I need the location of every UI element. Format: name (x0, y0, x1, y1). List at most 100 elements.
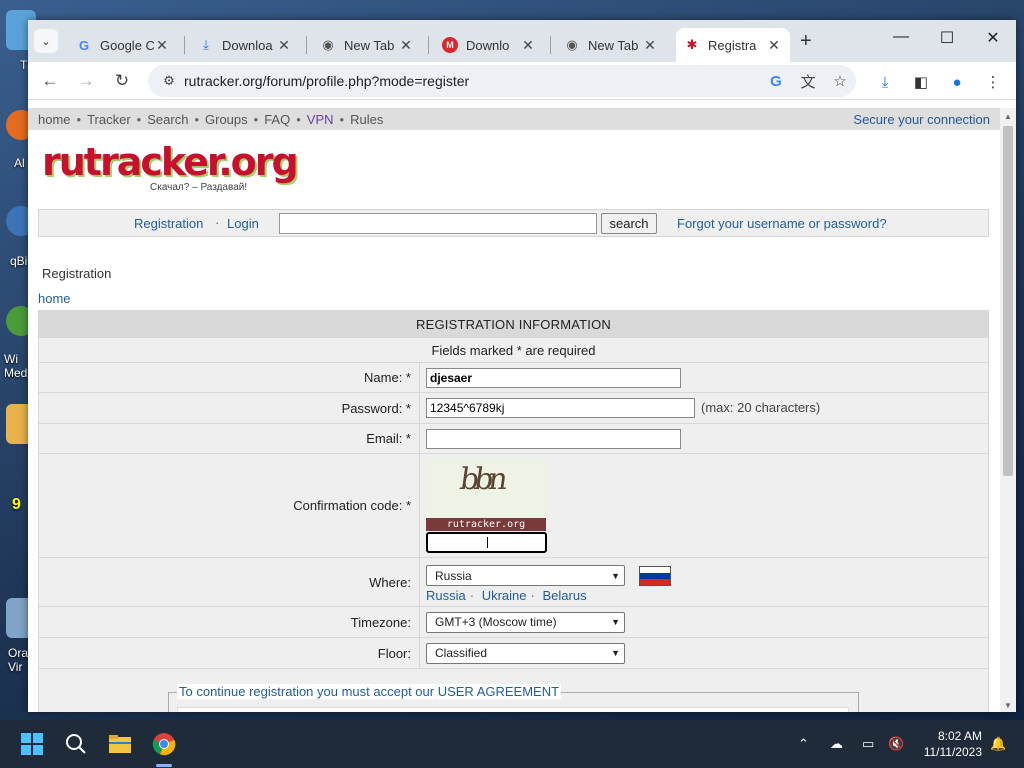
timezone-select[interactable]: GMT+3 (Moscow time) ▼ (426, 611, 625, 633)
password-input[interactable] (426, 398, 695, 418)
tab-download[interactable]: ⤓ Downloa ✕ (190, 28, 300, 62)
new-tab-plus-icon[interactable]: + (800, 30, 812, 53)
site-logo[interactable]: rutracker.org Скачал? – Раздавай! (42, 142, 299, 194)
tab-separator (184, 36, 185, 54)
name-label: Name: * (38, 362, 420, 393)
floor-label: Floor: (38, 637, 420, 669)
close-icon[interactable]: ✕ (642, 37, 658, 54)
chevron-down-icon: ⌄ (41, 35, 51, 48)
file-explorer-icon[interactable] (106, 730, 134, 758)
profile-avatar-icon[interactable]: ● (944, 69, 970, 95)
tab-google[interactable]: G Google C ✕ (68, 28, 178, 62)
nav-search[interactable]: Search (147, 112, 188, 127)
password-label: Password: * (38, 392, 420, 424)
close-icon[interactable]: ✕ (766, 37, 782, 54)
search-input[interactable] (279, 213, 597, 234)
chrome-taskbar-icon[interactable] (150, 730, 178, 758)
text-caret (487, 537, 488, 548)
secure-connection-link[interactable]: Secure your connection (853, 112, 990, 127)
tab-new-tab-1[interactable]: ◉ New Tab ✕ (312, 28, 422, 62)
network-off-icon[interactable]: ☁ (830, 736, 843, 752)
desktop-label-5: 9 (12, 496, 21, 513)
breadcrumb-home-link[interactable]: home (38, 291, 71, 306)
name-input[interactable] (426, 367, 681, 388)
tab-search-button[interactable]: ⌄ (34, 29, 58, 53)
address-bar[interactable]: ⚙ rutracker.org/forum/profile.php?mode=r… (148, 65, 856, 97)
chevron-down-icon: ▼ (611, 648, 620, 658)
translate-icon[interactable]: 文 (792, 71, 824, 92)
registration-link[interactable]: Registration (134, 216, 203, 231)
chevron-down-icon: ▼ (611, 617, 620, 627)
search-button[interactable]: search (601, 213, 657, 234)
where-select[interactable]: Russia ▼ (426, 565, 625, 586)
bookmark-star-icon[interactable]: ☆ (824, 72, 856, 90)
back-arrow-icon[interactable]: ← (38, 69, 62, 93)
required-note: Fields marked * are required (38, 337, 989, 363)
tab-registration[interactable]: ✱ Registra ✕ (676, 28, 790, 62)
close-icon[interactable]: ✕ (154, 37, 170, 54)
nav-vpn[interactable]: VPN (307, 112, 334, 127)
close-icon[interactable]: ✕ (520, 37, 536, 54)
download-icon: ⤓ (203, 37, 209, 52)
google-icon: G (78, 37, 90, 53)
close-icon[interactable]: ✕ (398, 37, 414, 54)
floor-select[interactable]: Classified ▼ (426, 642, 625, 664)
chevron-up-icon[interactable]: ⌃ (798, 736, 809, 752)
minimize-icon[interactable]: — (878, 28, 924, 46)
nav-home[interactable]: home (38, 112, 71, 127)
email-input[interactable] (426, 428, 681, 449)
login-link[interactable]: Login (227, 216, 259, 231)
agreement-text-box[interactable] (177, 707, 849, 712)
tab-strip: ⌄ G Google C ✕ ⤓ Downloa ✕ ◉ New Tab ✕ M… (28, 20, 1016, 62)
desktop-label-6: Ora Vir (8, 646, 29, 674)
downloads-icon[interactable]: ⤓ (872, 69, 898, 95)
maximize-icon[interactable]: ☐ (924, 28, 970, 48)
system-clock[interactable]: 8:02 AM 11/11/2023 (914, 728, 982, 760)
forgot-password-link[interactable]: Forgot your username or password? (677, 216, 887, 231)
tab-title: Downlo (466, 37, 510, 53)
floor-selected-value: Classified (435, 646, 488, 660)
close-icon[interactable]: ✕ (276, 37, 292, 54)
country-link-belarus[interactable]: Belarus (542, 588, 586, 603)
windows-start-icon[interactable] (18, 730, 46, 758)
tab-title: Google C (100, 37, 154, 53)
agreement-legend: To continue registration you must accept… (177, 684, 562, 699)
desktop-label-2: Al (14, 156, 25, 170)
window-close-icon[interactable]: ✕ (970, 28, 1016, 48)
nav-tracker[interactable]: Tracker (87, 112, 131, 127)
russia-flag-icon (638, 565, 671, 586)
confirmation-code-input[interactable] (426, 532, 547, 553)
captcha-image: bbn rutracker.org (426, 458, 546, 531)
nav-rules[interactable]: Rules (350, 112, 383, 127)
scroll-up-icon[interactable]: ▲ (1004, 112, 1012, 121)
active-app-indicator (156, 764, 172, 767)
url-text[interactable]: rutracker.org/forum/profile.php?mode=reg… (184, 73, 760, 89)
volume-muted-icon[interactable]: 🔇 (888, 736, 904, 752)
google-lens-icon[interactable]: G (760, 73, 792, 90)
display-icon[interactable]: ▭ (862, 736, 874, 752)
nav-faq[interactable]: FAQ (264, 112, 290, 127)
notification-bell-icon[interactable]: 🔔 (990, 736, 1006, 752)
tab-mega-download[interactable]: M Downlo ✕ (434, 28, 544, 62)
scroll-down-icon[interactable]: ▼ (1004, 701, 1012, 710)
tab-new-tab-2[interactable]: ◉ New Tab ✕ (556, 28, 666, 62)
tab-title: New Tab (588, 37, 639, 53)
page-scrollbar[interactable]: ▲ ▼ (1000, 108, 1016, 712)
scroll-thumb[interactable] (1003, 126, 1013, 476)
menu-kebab-icon[interactable]: ⋮ (980, 69, 1006, 95)
forward-arrow-icon[interactable]: → (74, 69, 98, 93)
country-link-russia[interactable]: Russia (426, 588, 466, 603)
site-info-icon[interactable]: ⚙ (154, 73, 184, 89)
search-icon[interactable] (62, 730, 90, 758)
reload-icon[interactable]: ↻ (110, 69, 134, 93)
user-agreement-fieldset: To continue registration you must accept… (168, 684, 859, 712)
nav-groups[interactable]: Groups (205, 112, 248, 127)
side-panel-icon[interactable]: ◧ (908, 69, 934, 95)
form-header: REGISTRATION INFORMATION (38, 310, 989, 338)
country-link-ukraine[interactable]: Ukraine (482, 588, 527, 603)
tab-separator (306, 36, 307, 54)
desktop-label-1: T (20, 58, 28, 72)
page-content: home • Tracker • Search • Groups • FAQ • VPN •… (28, 108, 1000, 712)
rutracker-icon: ✱ (686, 37, 698, 52)
browser-toolbar: ← → ↻ ⚙ rutracker.org/forum/profile.php?… (28, 62, 1016, 100)
